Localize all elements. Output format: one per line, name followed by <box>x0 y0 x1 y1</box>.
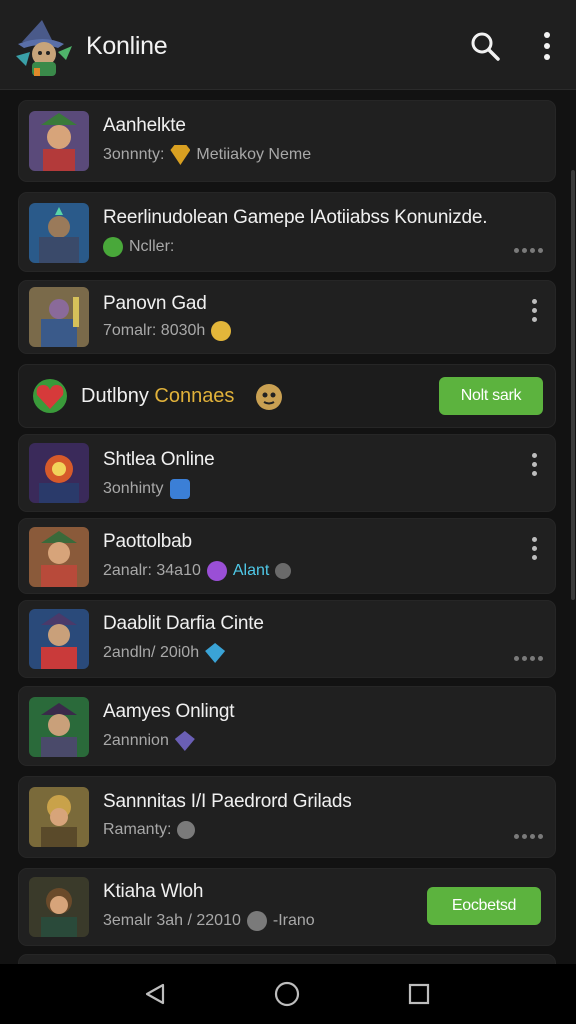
item-title: Ktiaha Wloh <box>103 881 204 902</box>
more-vert-icon[interactable] <box>529 449 539 479</box>
item-subtitle-text: 7omalr: 8030h <box>103 322 206 339</box>
game-thumbnail-icon <box>29 877 89 937</box>
item-title: Shtlea Online <box>103 449 215 470</box>
list-item[interactable]: Reerlinudolean Gamepe lAotiiabss Konuniz… <box>18 192 556 272</box>
item-subtitle-text: 3onhinty <box>103 480 164 497</box>
shield-badge-icon <box>275 563 292 579</box>
app-title: Konline <box>86 32 168 60</box>
promo-button[interactable]: Nolt sark <box>439 377 543 415</box>
shield-badge-icon <box>177 821 196 839</box>
red-heart-icon <box>31 377 69 415</box>
promo-banner: Dutlbny Connaes Nolt sark <box>18 364 556 428</box>
online-badge-icon <box>103 237 123 257</box>
mask-badge-icon <box>246 911 267 931</box>
item-subtitle-text: 3onnnty: <box>103 146 165 163</box>
item-subtitle-text: Ramanty: <box>103 821 172 838</box>
more-vert-icon[interactable] <box>530 28 564 64</box>
game-thumbnail-icon <box>29 443 89 503</box>
game-thumbnail-icon <box>29 527 89 587</box>
item-title: Panovn Gad <box>103 293 207 314</box>
item-subtitle-extra: -Irano <box>272 912 315 929</box>
item-title: Reerlinudolean Gamepe lAotiiabss Konuniz… <box>103 207 488 228</box>
list-item[interactable]: Sannnitas I/I Paedrord Grilads Ramanty: <box>18 776 556 858</box>
item-subtitle-text: Ncller: <box>129 238 175 255</box>
system-nav-bar <box>0 964 576 1024</box>
list-item[interactable]: Paottolbab 2analr: 34a10 Alant <box>18 518 556 594</box>
item-subtitle-extra: Alant <box>232 562 270 579</box>
heart-badge-icon <box>206 561 227 581</box>
list-item[interactable]: Daablit Darfia Cinte 2andln/ 20i0h <box>18 600 556 678</box>
item-subtitle: Ncller: <box>103 237 174 257</box>
list-item[interactable]: Shtlea Online 3onhinty <box>18 434 556 512</box>
item-subtitle: 2analr: 34a10 Alant <box>103 561 292 581</box>
game-thumbnail-icon <box>29 609 89 669</box>
more-horiz-icon[interactable] <box>513 653 543 663</box>
list-item[interactable]: Aanhelkte 3onnnty: Metiiakoy Neme <box>18 100 556 182</box>
item-subtitle: Ramanty: <box>103 821 196 839</box>
app-bar: Konline <box>0 0 576 90</box>
back-triangle-icon[interactable] <box>140 980 170 1008</box>
item-title: Sannnitas I/I Paedrord Grilads <box>103 791 352 812</box>
scrollbar[interactable] <box>571 170 575 600</box>
item-subtitle-extra: Metiiakoy Neme <box>196 146 312 163</box>
item-subtitle-text: 2andln/ 20i0h <box>103 644 200 661</box>
list-item[interactable]: Panovn Gad 7omalr: 8030h <box>18 280 556 354</box>
item-subtitle: 2annnion <box>103 731 195 751</box>
more-horiz-icon[interactable] <box>513 831 543 841</box>
promo-label-accent: Connaes <box>154 385 235 407</box>
diamond-badge-icon <box>205 643 226 663</box>
search-icon[interactable] <box>468 28 502 64</box>
promo-label: Dutlbny <box>81 385 149 407</box>
crystal-badge-icon <box>174 731 195 751</box>
item-title: Paottolbab <box>103 531 192 552</box>
shield-badge-icon <box>170 145 191 165</box>
item-action-button[interactable]: Eocbetsd <box>427 887 541 925</box>
promo-text: Dutlbny Connaes <box>81 385 234 408</box>
item-subtitle: 3emalr 3ah / 22010 -Irano <box>103 911 315 931</box>
item-subtitle: 2andln/ 20i0h <box>103 643 226 663</box>
home-circle-icon[interactable] <box>272 980 302 1008</box>
more-vert-icon[interactable] <box>529 533 539 563</box>
game-thumbnail-icon <box>29 787 89 847</box>
recents-square-icon[interactable] <box>404 980 434 1008</box>
more-horiz-icon[interactable] <box>513 245 543 255</box>
item-subtitle-text: 2annnion <box>103 732 169 749</box>
item-subtitle: 3onhinty <box>103 479 190 499</box>
wizard-mascot-icon[interactable] <box>12 16 76 80</box>
game-thumbnail-icon <box>29 111 89 171</box>
game-thumbnail-icon <box>29 287 89 347</box>
item-subtitle-text: 2analr: 34a10 <box>103 562 201 579</box>
item-subtitle: 7omalr: 8030h <box>103 321 232 341</box>
item-title: Aanhelkte <box>103 115 186 136</box>
list-item[interactable]: Ktiaha Wloh 3emalr 3ah / 22010 -Irano Eo… <box>18 868 556 946</box>
list-item[interactable]: Aamyes Onlingt 2annnion <box>18 686 556 766</box>
item-title: Aamyes Onlingt <box>103 701 235 722</box>
game-thumbnail-icon <box>29 203 89 263</box>
list-item[interactable] <box>18 954 556 964</box>
smiley-badge-icon <box>211 321 232 341</box>
item-subtitle-text: 3emalr 3ah / 22010 <box>103 912 241 929</box>
gem-badge-icon <box>169 479 190 499</box>
item-title: Daablit Darfia Cinte <box>103 613 264 634</box>
mask-badge-icon <box>255 383 283 411</box>
item-subtitle: 3onnnty: Metiiakoy Neme <box>103 145 311 165</box>
game-thumbnail-icon <box>29 697 89 757</box>
game-list: Aanhelkte 3onnnty: Metiiakoy Neme Reerli… <box>0 92 576 964</box>
more-vert-icon[interactable] <box>529 295 539 325</box>
